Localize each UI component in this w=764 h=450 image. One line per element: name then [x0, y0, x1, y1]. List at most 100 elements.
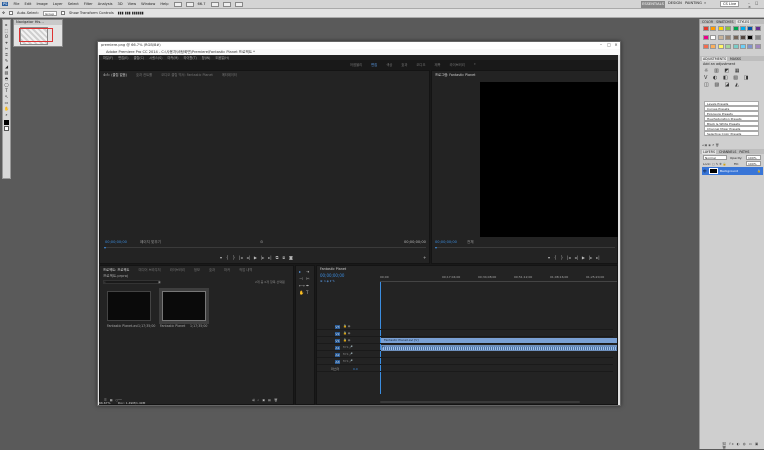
track-label[interactable]: A2 — [335, 353, 340, 357]
style-swatch[interactable] — [710, 35, 717, 40]
new-bin-icon[interactable]: ▣ — [158, 280, 161, 284]
window-controls[interactable]: – □ × — [748, 1, 764, 9]
preset-selective-color[interactable]: Selective Color Presets — [704, 131, 759, 136]
program-playhead-icon[interactable]: ▾ — [435, 245, 437, 250]
tab-source[interactable]: 소스: (클립 없음) — [103, 72, 127, 77]
program-in-icon[interactable]: { — [554, 255, 557, 260]
fill-input[interactable]: 100% — [746, 161, 761, 166]
new-item-icon[interactable]: ▤ — [268, 398, 271, 402]
program-scrubber[interactable] — [435, 247, 615, 248]
timeline-zoom-scrollbar[interactable] — [380, 401, 580, 403]
tool-shape-icon[interactable]: ▭ — [4, 100, 10, 105]
workspace-essentials[interactable]: ESSENTIALS — [641, 1, 665, 8]
tab-libraries[interactable]: 라이브러리 — [170, 267, 185, 272]
source-goto-out-icon[interactable]: ▸| — [268, 255, 271, 260]
hand-tool-button[interactable] — [222, 1, 231, 7]
master-volume[interactable]: 0.0 — [353, 367, 358, 371]
track-label[interactable]: V3 — [335, 325, 340, 329]
tab-info[interactable]: 정보 — [194, 267, 200, 272]
zoom-level[interactable]: 66.7 — [198, 2, 206, 6]
program-goto-out-icon[interactable]: ▸| — [596, 255, 599, 260]
source-add-button[interactable]: + — [423, 255, 426, 260]
program-fit-dropdown[interactable]: 전체 — [467, 240, 474, 245]
tool-marquee-icon[interactable]: ⬚ — [4, 28, 10, 33]
tool-lasso-icon[interactable]: ʘ — [4, 34, 10, 39]
layer-row-background[interactable]: 👁 Background 🔒 — [702, 167, 763, 175]
source-in-icon[interactable]: { — [226, 255, 229, 260]
navigator-tabs[interactable]: Navigator His... — [14, 20, 62, 25]
ws-assembly[interactable]: 어셈블리 — [350, 62, 362, 67]
source-goto-in-icon[interactable]: |◂ — [239, 255, 242, 260]
style-swatch[interactable] — [710, 44, 717, 49]
tool-brush-icon[interactable]: ✎ — [4, 58, 10, 63]
source-marker-icon[interactable]: ▾ — [220, 255, 222, 260]
foreground-color-swatch[interactable] — [4, 120, 9, 125]
cs-live-search[interactable]: CS Live — [720, 1, 740, 7]
ws-effects[interactable]: 효과 — [401, 62, 407, 67]
track-lock-icon[interactable]: 🔒 ◉ — [343, 331, 350, 335]
timeline-ruler[interactable]: 00;00 00;17;04;00 00;34;08;00 00;51;12;0… — [380, 275, 617, 282]
type-tool-icon[interactable]: T — [306, 290, 308, 295]
track-lock-icon[interactable]: 🔒 ◉ — [343, 338, 350, 342]
track-mute-icon[interactable]: M S 🎤 — [343, 352, 353, 356]
menu-ps-logo[interactable]: PS — [2, 2, 9, 6]
style-swatch[interactable] — [710, 26, 717, 31]
razor-tool-icon[interactable]: ✄ — [306, 276, 309, 281]
track-label[interactable]: V2 — [335, 332, 340, 336]
style-swatch[interactable] — [754, 44, 761, 49]
tab-color[interactable]: COLOR — [702, 20, 713, 24]
source-timecode-in[interactable]: 00;00;00;00 — [105, 240, 127, 244]
style-swatch[interactable] — [725, 26, 732, 31]
source-insert-icon[interactable]: ⧉ — [276, 255, 279, 260]
ws-titles[interactable]: 제목 — [434, 62, 440, 67]
tool-path-select-icon[interactable]: ↖ — [4, 94, 10, 99]
style-swatch[interactable] — [725, 35, 732, 40]
track-label[interactable]: V1 — [335, 339, 340, 343]
tab-layers[interactable]: LAYERS — [702, 149, 716, 154]
slip-tool-icon[interactable]: ⟷ — [299, 283, 305, 288]
tab-channels[interactable]: CHANNELS — [719, 150, 736, 154]
style-swatch[interactable] — [740, 26, 746, 31]
tool-gradient-icon[interactable]: ▨ — [4, 70, 10, 75]
style-swatch[interactable] — [754, 35, 761, 40]
ws-edit[interactable]: 편집 — [371, 62, 377, 67]
menu-help[interactable]: Help — [160, 2, 168, 6]
pen-tool-icon[interactable]: ✒ — [306, 283, 309, 288]
ps-status-doc[interactable]: Doc: 1.49M/1.49M — [118, 401, 145, 405]
project-item-thumbnail[interactable] — [107, 291, 151, 321]
program-step-back-icon[interactable]: ◂| — [574, 255, 577, 260]
track-mute-icon[interactable]: M S 🎤 — [343, 345, 353, 349]
project-sequence-thumbnail[interactable] — [159, 288, 209, 324]
workspace-more[interactable]: » — [704, 1, 706, 5]
source-play-icon[interactable]: ▶ — [254, 255, 257, 260]
lock-icons[interactable]: ▢ ✎ ✥ 🔒 — [712, 162, 726, 166]
menu-image[interactable]: Image — [36, 2, 47, 6]
style-swatch[interactable] — [703, 26, 709, 31]
source-step-fwd-icon[interactable]: |▸ — [261, 255, 264, 260]
style-swatch[interactable] — [732, 26, 739, 31]
mini-bridge-button[interactable] — [185, 1, 194, 7]
program-goto-in-icon[interactable]: |◂ — [567, 255, 570, 260]
source-step-back-icon[interactable]: ◂| — [246, 255, 249, 260]
style-swatch[interactable] — [732, 44, 739, 49]
bridge-button[interactable] — [173, 1, 182, 7]
style-swatch[interactable] — [740, 35, 746, 40]
adjustment-icons[interactable]: ☼ ▥ ◩ ▦ V ◐ ◧ ▧ ◨ ◫ ▨ ◪ ◭ — [704, 68, 760, 98]
align-icons[interactable]: ▮▮▮ ▮▮▮ ▮▮▮▮▮▮ — [118, 11, 144, 15]
track-label[interactable]: A3 — [335, 360, 340, 364]
tab-metadata[interactable]: 메타데이터 — [222, 72, 237, 77]
style-swatch[interactable] — [703, 35, 709, 40]
tool-zoom-icon[interactable]: ⌕ — [4, 112, 10, 117]
ws-color[interactable]: 색상 — [386, 62, 392, 67]
source-fit-dropdown[interactable]: 페이지 맞추기 — [140, 240, 161, 245]
tab-paths[interactable]: PATHS — [739, 150, 749, 154]
tab-sequence[interactable]: Fantastic Planet — [320, 267, 346, 271]
style-swatch[interactable] — [725, 44, 732, 49]
ps-status-zoom[interactable]: 66.67% — [99, 401, 110, 405]
track-select-tool-icon[interactable]: ⇥ — [306, 269, 309, 274]
tool-quick-select-icon[interactable]: ⌖ — [4, 40, 10, 45]
menu-view[interactable]: View — [128, 2, 137, 6]
ws-more[interactable]: » — [474, 62, 476, 66]
auto-select-dropdown[interactable]: Group — [43, 10, 58, 16]
source-settings-icon[interactable]: ⚙ — [260, 240, 263, 244]
